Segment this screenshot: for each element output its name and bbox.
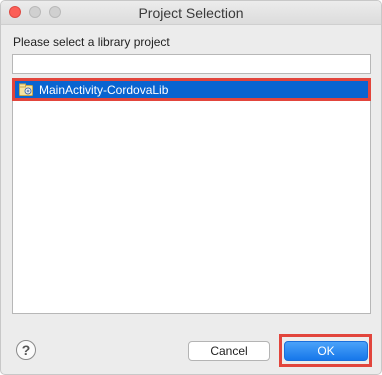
ok-button[interactable]: OK [284,341,368,361]
filter-input[interactable] [12,54,371,74]
project-selection-dialog: Project Selection Please select a librar… [0,0,382,375]
list-item-label: MainActivity-CordovaLib [39,82,169,97]
project-list[interactable]: MainActivity-CordovaLib [12,78,371,314]
list-item-mainactivity-cordovalib[interactable]: MainActivity-CordovaLib [12,78,371,101]
title-bar: Project Selection [1,1,381,25]
window-title: Project Selection [138,5,244,21]
cancel-button[interactable]: Cancel [188,341,270,361]
library-project-icon [19,83,33,97]
help-button[interactable]: ? [16,340,36,360]
selection-prompt: Please select a library project [13,35,170,49]
